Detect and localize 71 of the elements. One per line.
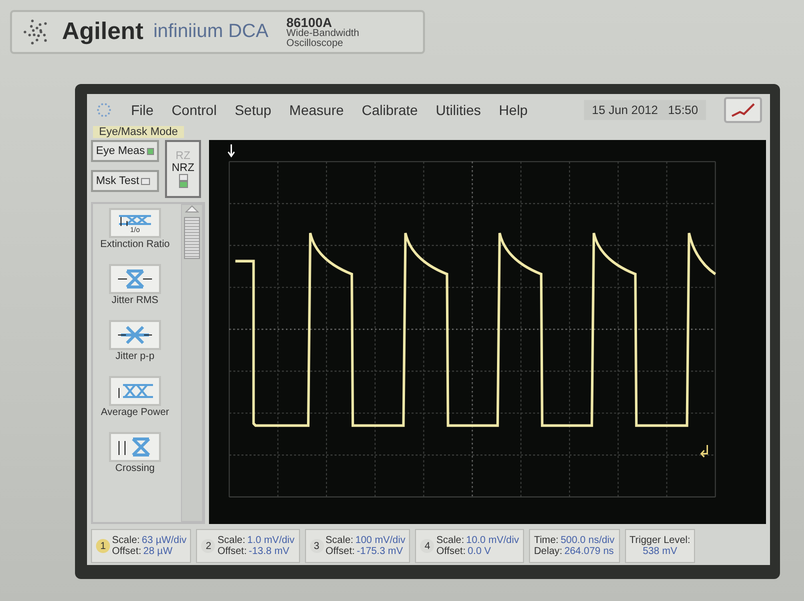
menu-item[interactable]: Control	[172, 102, 217, 118]
brand-logo-text: Agilent	[62, 18, 144, 46]
offset-label: Offset:	[436, 546, 466, 557]
trigger-label: Trigger Level:	[630, 535, 690, 546]
measurement-label: Jitter RMS	[112, 296, 158, 308]
channel-number: 4	[420, 539, 434, 553]
eye-diagram-icon	[117, 212, 153, 226]
time-reference-marker[interactable]	[228, 144, 236, 158]
model-description: Oscilloscope	[286, 38, 344, 48]
scale-label: Scale:	[436, 535, 464, 546]
menu-item[interactable]: Setup	[234, 102, 272, 118]
measurement-label: Jitter p-p	[116, 352, 154, 364]
measurement-button[interactable]	[109, 432, 161, 462]
scale-label: Scale:	[112, 535, 140, 546]
menu-item[interactable]: Help	[498, 102, 528, 118]
model-description: Wide-Bandwidth	[286, 28, 360, 38]
time-label: Time:	[534, 535, 559, 546]
timebase-status[interactable]: Time: 500.0 ns/div Delay: 264.079 ns	[528, 529, 620, 563]
scale-label: Scale:	[217, 535, 246, 546]
offset-value: 0.0 V	[468, 546, 491, 557]
mode-button[interactable]: Msk Test	[91, 170, 159, 192]
offset-label: Offset:	[326, 546, 355, 557]
mode-button[interactable]: Eye Meas	[91, 140, 159, 162]
time-value: 500.0 ns/div	[560, 535, 615, 546]
time-text: 15:50	[668, 103, 698, 117]
offset-value: -13.8 mV	[248, 546, 290, 557]
measurement-label: Average Power	[100, 408, 170, 420]
offset-label: Offset:	[217, 546, 247, 557]
scroll-up-icon[interactable]	[185, 205, 199, 213]
scrollbar[interactable]	[181, 204, 203, 522]
trigger-level-marker[interactable]	[700, 444, 708, 458]
channel-status[interactable]: 2 Scale: 1.0 mV/div Offset: -13.8 mV	[196, 529, 300, 563]
eye-crossing-icon	[117, 325, 153, 345]
measurement-button[interactable]	[109, 320, 161, 350]
scale-label: Scale:	[326, 535, 354, 546]
trigger-status[interactable]: Trigger Level: 538 mV	[624, 529, 696, 563]
scale-value: 63 µW/div	[142, 535, 186, 546]
scale-value: 10.0 mV/div	[466, 535, 519, 546]
channel-status[interactable]: 1 Scale: 63 µW/div Offset: 28 µW	[91, 529, 192, 563]
measurement-button[interactable]	[109, 376, 161, 406]
scale-value: 1.0 mV/div	[247, 535, 295, 546]
screen-mode-button[interactable]	[724, 97, 762, 123]
measurement-label: Crossing	[115, 464, 155, 476]
offset-value: 28 µW	[143, 546, 172, 557]
trend-line-icon	[730, 102, 756, 118]
measurement-label: Extinction Ratio	[100, 240, 170, 252]
delay-label: Delay:	[534, 546, 562, 557]
channel-status[interactable]: 4 Scale: 10.0 mV/div Offset: 0.0 V	[415, 529, 524, 563]
spark-logo-icon	[95, 101, 113, 119]
scale-value: 100 mV/div	[355, 535, 406, 546]
model-number: 86100A	[286, 16, 332, 28]
eye-crossing-icon	[117, 269, 153, 289]
menu-item[interactable]: File	[131, 102, 154, 118]
offset-value: -175.3 mV	[356, 546, 403, 557]
measurement-button[interactable]	[109, 264, 161, 294]
product-name: infiniium DCA	[153, 21, 268, 43]
signal-type-selector[interactable]: RZ NRZ	[165, 140, 201, 198]
signal-type-option[interactable]: NRZ	[172, 162, 194, 174]
delay-value: 264.079 ns	[564, 546, 614, 557]
channel-number: 1	[96, 539, 110, 553]
menu-item[interactable]: Measure	[289, 102, 344, 118]
date-text: 15 Jun 2012	[592, 103, 658, 117]
menu-item[interactable]: Calibrate	[362, 102, 418, 118]
scroll-thumb[interactable]	[184, 217, 200, 259]
menu-item[interactable]: Utilities	[436, 102, 481, 118]
channel-number: 2	[201, 539, 216, 553]
channel-number: 3	[310, 539, 324, 553]
mode-label: Eye/Mask Mode	[93, 126, 184, 138]
trigger-value: 538 mV	[642, 546, 678, 557]
channel-status[interactable]: 3 Scale: 100 mV/div Offset: -175.3 mV	[304, 529, 410, 563]
offset-label: Offset:	[112, 546, 142, 557]
